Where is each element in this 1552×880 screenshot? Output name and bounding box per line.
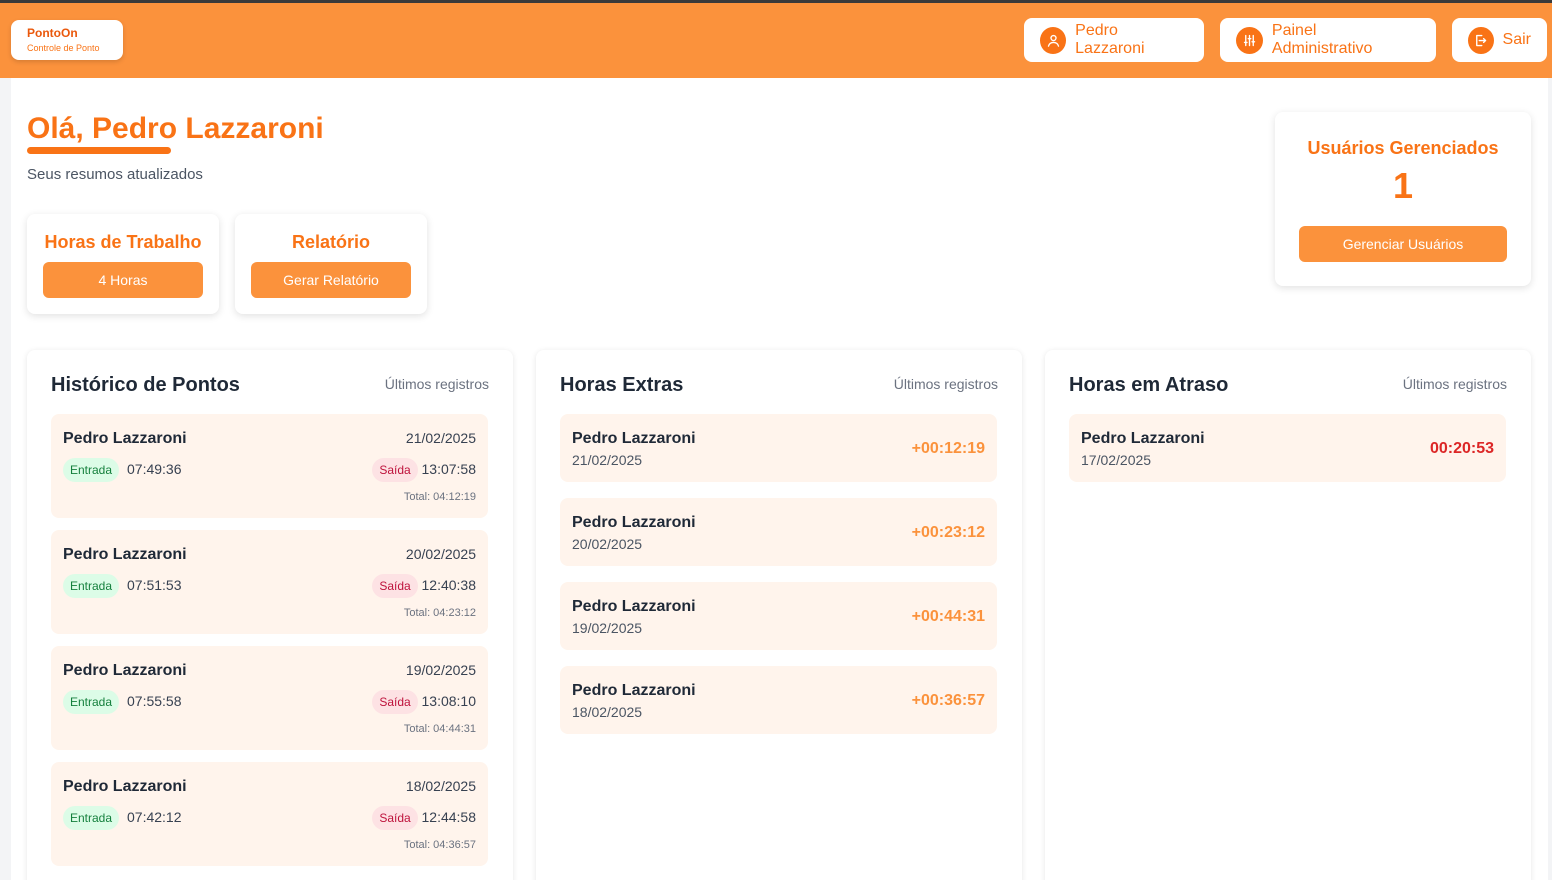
history-title: Histórico de Pontos xyxy=(51,374,240,396)
late-hours-panel: Horas em Atraso Últimos registros Pedro … xyxy=(1045,350,1531,880)
managed-users-card: Usuários Gerenciados 1 Gerenciar Usuário… xyxy=(1275,112,1531,286)
entry-badge: Entrada xyxy=(63,690,119,714)
extra-hours-item: Pedro Lazzaroni 20/02/2025 +00:23:12 xyxy=(560,498,997,566)
extra-item-value: +00:36:57 xyxy=(911,692,985,709)
extra-item-value: +00:44:31 xyxy=(911,608,985,625)
exit-time: 12:40:38 xyxy=(421,577,477,593)
exit-time: 13:07:58 xyxy=(421,461,477,477)
extra-hours-item: Pedro Lazzaroni 18/02/2025 +00:36:57 xyxy=(560,666,997,734)
top-header: PontoOn Controle de Ponto Pedro Lazzaron… xyxy=(0,3,1552,78)
extra-item-name: Pedro Lazzaroni xyxy=(572,598,696,615)
history-item-date: 21/02/2025 xyxy=(405,430,476,446)
extra-hours-item: Pedro Lazzaroni 21/02/2025 +00:12:19 xyxy=(560,414,997,482)
extra-hours-title: Horas Extras xyxy=(560,374,684,396)
extra-item-date: 21/02/2025 xyxy=(572,452,643,468)
entry-time: 07:49:36 xyxy=(127,461,182,477)
brand-name: PontoOn xyxy=(27,26,78,40)
extra-hours-item: Pedro Lazzaroni 19/02/2025 +00:44:31 xyxy=(560,582,997,650)
history-item-date: 19/02/2025 xyxy=(405,662,476,678)
late-hours-title: Horas em Atraso xyxy=(1069,374,1229,396)
brand-logo[interactable]: PontoOn Controle de Ponto xyxy=(11,20,123,60)
admin-panel-button[interactable]: Painel Administrativo xyxy=(1220,18,1436,62)
dashboard-main: Olá, Pedro Lazzaroni Seus resumos atuali… xyxy=(11,78,1548,880)
late-item-name: Pedro Lazzaroni xyxy=(1081,430,1205,447)
exit-badge: Saída xyxy=(372,690,418,714)
history-item-name: Pedro Lazzaroni xyxy=(63,430,187,447)
work-hours-card: Horas de Trabalho 4 Horas xyxy=(27,214,219,314)
entry-time: 07:42:12 xyxy=(127,809,182,825)
entry-badge: Entrada xyxy=(63,458,119,482)
work-hours-button[interactable]: 4 Horas xyxy=(43,262,203,298)
exit-time: 13:08:10 xyxy=(421,693,477,709)
exit-time: 12:44:58 xyxy=(421,809,477,825)
extra-hours-hint: Últimos registros xyxy=(893,376,998,392)
entry-time: 07:55:58 xyxy=(127,693,182,709)
entry-badge: Entrada xyxy=(63,574,119,598)
history-item: Pedro Lazzaroni 21/02/2025 Entrada 07:49… xyxy=(51,414,488,518)
managed-users-count: 1 xyxy=(1392,165,1414,206)
extra-item-date: 20/02/2025 xyxy=(572,536,643,552)
history-item-date: 18/02/2025 xyxy=(405,778,476,794)
history-hint: Últimos registros xyxy=(384,376,489,392)
entry-badge: Entrada xyxy=(63,806,119,830)
logout-button[interactable]: Sair xyxy=(1452,18,1547,62)
history-item-total: Total: 04:23:12 xyxy=(403,607,476,619)
logout-label: Sair xyxy=(1502,31,1531,48)
user-profile-label: Pedro Lazzaroni xyxy=(1075,22,1145,57)
history-item: Pedro Lazzaroni 18/02/2025 Entrada 07:42… xyxy=(51,762,488,866)
page-subtitle: Seus resumos atualizados xyxy=(27,166,203,183)
exit-badge: Saída xyxy=(372,574,418,598)
extra-item-name: Pedro Lazzaroni xyxy=(572,514,696,531)
history-item: Pedro Lazzaroni 19/02/2025 Entrada 07:55… xyxy=(51,646,488,750)
work-hours-title: Horas de Trabalho xyxy=(44,232,202,252)
page-title: Olá, Pedro Lazzaroni xyxy=(27,112,324,145)
user-profile-button[interactable]: Pedro Lazzaroni xyxy=(1024,18,1204,62)
extra-item-date: 19/02/2025 xyxy=(572,620,643,636)
exit-badge: Saída xyxy=(372,806,418,830)
extra-item-date: 18/02/2025 xyxy=(572,704,643,720)
late-hours-item: Pedro Lazzaroni 17/02/2025 00:20:53 xyxy=(1069,414,1506,482)
managed-users-title: Usuários Gerenciados xyxy=(1307,138,1499,158)
history-item-total: Total: 04:44:31 xyxy=(403,723,476,735)
manage-users-button[interactable]: Gerenciar Usuários xyxy=(1299,226,1507,262)
title-underline xyxy=(27,147,171,154)
brand-subtitle: Controle de Ponto xyxy=(27,43,100,53)
admin-panel-label: Painel Administrativo xyxy=(1271,22,1373,57)
history-item-date: 20/02/2025 xyxy=(405,546,476,562)
report-title: Relatório xyxy=(291,232,370,252)
history-item-name: Pedro Lazzaroni xyxy=(63,662,187,679)
history-item-total: Total: 04:36:57 xyxy=(403,839,476,851)
user-icon xyxy=(1040,26,1067,54)
history-item: Pedro Lazzaroni 20/02/2025 Entrada 07:51… xyxy=(51,530,488,634)
exit-badge: Saída xyxy=(372,458,418,482)
late-item-value: 00:20:53 xyxy=(1429,440,1494,457)
history-item-name: Pedro Lazzaroni xyxy=(63,546,187,563)
late-hours-hint: Últimos registros xyxy=(1402,376,1507,392)
late-item-date: 17/02/2025 xyxy=(1081,452,1152,468)
extra-item-name: Pedro Lazzaroni xyxy=(572,682,696,699)
generate-report-button[interactable]: Gerar Relatório xyxy=(251,262,411,298)
extra-item-name: Pedro Lazzaroni xyxy=(572,430,696,447)
extra-hours-panel: Horas Extras Últimos registros Pedro Laz… xyxy=(536,350,1022,880)
report-card: Relatório Gerar Relatório xyxy=(235,214,427,314)
history-panel: Histórico de Pontos Últimos registros Pe… xyxy=(27,350,513,880)
entry-time: 07:51:53 xyxy=(127,577,182,593)
extra-item-value: +00:12:19 xyxy=(911,440,985,457)
history-item-total: Total: 04:12:19 xyxy=(403,491,476,503)
extra-item-value: +00:23:12 xyxy=(911,524,985,541)
sliders-icon xyxy=(1236,26,1263,54)
history-item-name: Pedro Lazzaroni xyxy=(63,778,187,795)
logout-icon xyxy=(1468,26,1494,54)
